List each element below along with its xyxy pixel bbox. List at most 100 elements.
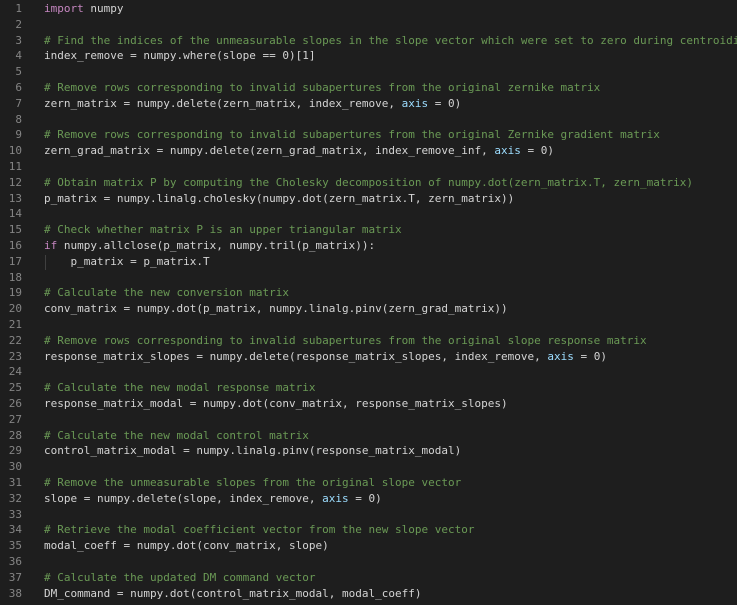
line-number: 27 [8, 412, 22, 426]
line-number: 16 [8, 239, 22, 252]
code-line[interactable]: 34 # Retrieve the modal coefficient vecto… [0, 522, 737, 538]
code-token-default: = 0) [520, 144, 554, 158]
code-line[interactable]: 27 [0, 412, 737, 428]
code-line[interactable]: 17 p_matrix = p_matrix.T [0, 254, 737, 270]
line-number: 8 [15, 112, 22, 126]
line-number: 14 [8, 207, 22, 221]
code-line[interactable]: 9 # Remove rows corresponding to invalid … [0, 127, 737, 143]
code-token-comment: # Retrieve the modal coefficient vector … [44, 523, 475, 537]
code-line[interactable]: 10 zern_grad_matrix = numpy.delete(zern_g… [0, 143, 737, 159]
code-text: p_matrix = numpy.linalg.cholesky(numpy.d… [44, 191, 514, 207]
code-line[interactable]: 32 slope = numpy.delete(slope, index_remo… [0, 491, 737, 507]
line-number: 9 [15, 128, 22, 142]
code-text: if numpy.allclose(p_matrix, numpy.tril(p… [44, 238, 375, 254]
code-line[interactable]: 13 p_matrix = numpy.linalg.cholesky(numpy… [0, 191, 737, 207]
code-line[interactable]: 29 control_matrix_modal = numpy.linalg.pi… [0, 443, 737, 459]
line-number: 29 [8, 444, 22, 458]
code-text: # Obtain matrix P by computing the Chole… [44, 175, 693, 191]
code-token-default: DM_command = numpy.dot(control_matrix_mo… [44, 586, 422, 600]
code-token-comment: # Calculate the new conversion matrix [44, 286, 290, 300]
code-text: p_matrix = p_matrix.T [44, 254, 210, 270]
line-number: 35 [8, 539, 22, 553]
code-line[interactable]: 6 # Remove rows corresponding to invalid … [0, 80, 737, 96]
code-line[interactable]: 20 conv_matrix = numpy.dot(p_matrix, nump… [0, 301, 737, 317]
code-text: # Remove rows corresponding to invalid s… [44, 333, 647, 349]
line-number: 19 [8, 286, 22, 300]
code-token-default: numpy [83, 2, 124, 15]
code-text: index_remove = numpy.where(slope == 0)[1… [44, 48, 316, 64]
code-text: zern_matrix = numpy.delete(zern_matrix, … [44, 96, 461, 112]
code-line[interactable]: 31 # Remove the unmeasurable slopes from … [0, 475, 737, 491]
line-number: 18 [8, 270, 22, 284]
code-text: zern_grad_matrix = numpy.delete(zern_gra… [44, 143, 554, 159]
code-text: # Retrieve the modal coefficient vector … [44, 522, 474, 538]
code-line[interactable]: 14 [0, 206, 737, 222]
code-token-default: response_matrix_modal = numpy.dot(conv_m… [44, 397, 508, 410]
code-line[interactable]: 25 # Calculate the new modal response mat… [0, 380, 737, 396]
code-text: response_matrix_slopes = numpy.delete(re… [44, 349, 607, 365]
code-line[interactable]: 37 # Calculate the updated DM command vec… [0, 570, 737, 586]
code-text: slope = numpy.delete(slope, index_remove… [44, 491, 382, 507]
line-number: 23 [8, 349, 22, 363]
code-text: # Check whether matrix P is an upper tri… [44, 222, 402, 238]
line-number: 20 [8, 302, 22, 316]
code-line[interactable]: 19 # Calculate the new conversion matrix [0, 285, 737, 301]
code-line[interactable]: 22 # Remove rows corresponding to invalid… [0, 333, 737, 349]
line-number: 4 [15, 49, 22, 63]
code-line[interactable]: 36 [0, 554, 737, 570]
code-text: # Remove the unmeasurable slopes from th… [44, 475, 461, 491]
code-token-default: = 0) [573, 349, 607, 363]
code-line[interactable]: 38 DM_command = numpy.dot(control_matrix_… [0, 586, 737, 602]
code-line[interactable]: 3 # Find the indices of the unmeasurable … [0, 33, 737, 49]
code-token-parameter: axis [494, 144, 521, 158]
code-token-comment: # Remove rows corresponding to invalid s… [44, 333, 647, 347]
line-number: 24 [8, 365, 22, 379]
line-number: 10 [8, 144, 22, 158]
code-line[interactable]: 8 [0, 112, 737, 128]
code-line[interactable]: 4 index_remove = numpy.where(slope == 0)[… [0, 48, 737, 64]
code-line[interactable]: 2 [0, 17, 737, 33]
line-number: 11 [8, 160, 22, 173]
code-token-default: p_matrix = numpy.linalg.cholesky(numpy.d… [44, 191, 515, 205]
line-number: 32 [8, 491, 22, 505]
code-token-default: zern_grad_matrix = numpy.delete(zern_gra… [44, 144, 495, 158]
code-line[interactable]: 30 [0, 459, 737, 475]
code-line[interactable]: 23 response_matrix_slopes = numpy.delete(… [0, 349, 737, 365]
line-number: 22 [8, 333, 22, 347]
code-line[interactable]: 15 # Check whether matrix P is an upper t… [0, 222, 737, 238]
code-line[interactable]: 21 [0, 317, 737, 333]
code-text: control_matrix_modal = numpy.linalg.pinv… [44, 443, 461, 459]
code-token-default: numpy.allclose(p_matrix, numpy.tril(p_ma… [57, 239, 376, 252]
code-text: # Find the indices of the unmeasurable s… [44, 33, 737, 49]
line-number: 12 [8, 175, 22, 189]
code-line[interactable]: 24 [0, 364, 737, 380]
line-number: 17 [8, 254, 22, 268]
code-line[interactable]: 26 response_matrix_modal = numpy.dot(conv… [0, 396, 737, 412]
code-token-default: index_remove = numpy.where(slope == 0)[1… [44, 49, 316, 63]
code-text: # Remove rows corresponding to invalid s… [44, 80, 600, 96]
line-number: 13 [8, 191, 22, 205]
code-text: response_matrix_modal = numpy.dot(conv_m… [44, 396, 508, 412]
line-number: 34 [8, 523, 22, 537]
code-line[interactable]: 28 # Calculate the new modal control matr… [0, 428, 737, 444]
code-text: # Remove rows corresponding to invalid s… [44, 127, 660, 143]
code-line[interactable]: 1 import numpy [0, 1, 737, 17]
code-line[interactable]: 11 [0, 159, 737, 175]
code-token-keyword: if [44, 239, 58, 252]
code-line[interactable]: 5 [0, 64, 737, 80]
code-line[interactable]: 18 [0, 270, 737, 286]
code-text: # Calculate the updated DM command vecto… [44, 570, 316, 586]
line-number: 37 [8, 570, 22, 584]
code-token-comment: # Obtain matrix P by computing the Chole… [44, 175, 694, 189]
code-line[interactable]: 35 modal_coeff = numpy.dot(conv_matrix, s… [0, 538, 737, 554]
line-number: 5 [15, 65, 22, 79]
code-line[interactable]: 16 if numpy.allclose(p_matrix, numpy.tril… [0, 238, 737, 254]
code-editor[interactable]: 1 import numpy 2 3 # Find the indices of the… [0, 0, 737, 605]
code-token-default: p_matrix = p_matrix.T [44, 254, 210, 268]
code-text: # Calculate the new conversion matrix [44, 285, 289, 301]
code-line[interactable]: 7 zern_matrix = numpy.delete(zern_matrix,… [0, 96, 737, 112]
code-line[interactable]: 12 # Obtain matrix P by computing the Cho… [0, 175, 737, 191]
code-token-comment: # Find the indices of the unmeasurable s… [44, 33, 737, 47]
code-line[interactable]: 33 [0, 507, 737, 523]
line-number: 15 [8, 223, 22, 237]
